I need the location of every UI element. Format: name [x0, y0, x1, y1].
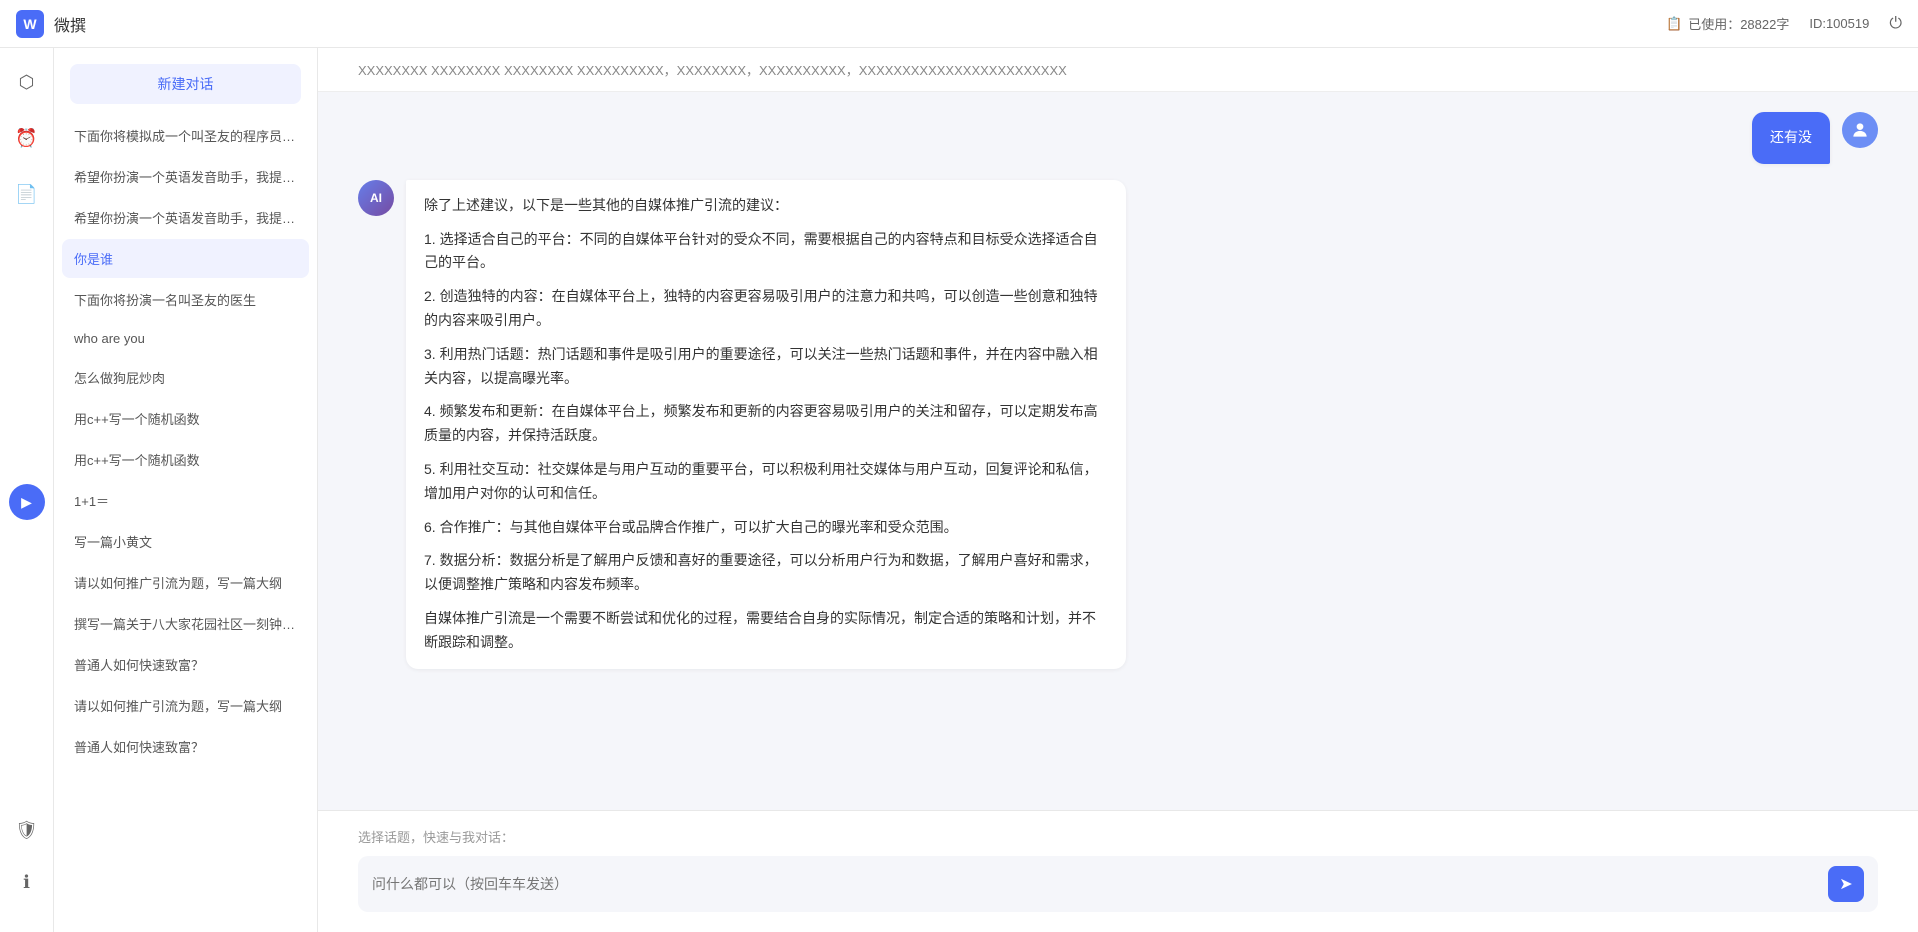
message-paragraph: 除了上述建议，以下是一些其他的自媒体推广引流的建议： — [424, 194, 1108, 218]
sidebar-icon-clock[interactable]: ⏰ — [9, 120, 45, 156]
conversation-item[interactable]: 下面你将模拟成一个叫圣友的程序员，我说... — [62, 116, 309, 155]
user-id-label: ID:100519 — [1809, 16, 1869, 31]
app-logo: W — [16, 10, 44, 38]
message-paragraph: 7. 数据分析：数据分析是了解用户反馈和喜好的重要途径，可以分析用户行为和数据，… — [424, 549, 1108, 597]
sidebar-bottom-icons: 🛡 ℹ — [9, 812, 45, 916]
assistant-message-bubble: 除了上述建议，以下是一些其他的自媒体推广引流的建议： 1. 选择适合自己的平台：不… — [406, 180, 1126, 669]
icon-sidebar: ⬡ ⏰ 📄 ▶ 🛡 ℹ — [0, 48, 54, 932]
conversation-item[interactable]: 用c++写一个随机函数 — [62, 440, 309, 479]
conversation-item[interactable]: 写一篇小黄文 — [62, 522, 309, 561]
topbar: W 微撰 📋 已使用：28822字 ID:100519 ⏻ — [0, 0, 1918, 48]
message-row-assistant: AI 除了上述建议，以下是一些其他的自媒体推广引流的建议： 1. 选择适合自己的平台… — [358, 180, 1878, 669]
topbar-left: W 微撰 — [16, 10, 86, 38]
message-paragraph: 3. 利用热门话题：热门话题和事件是吸引用户的重要途径，可以关注一些热门话题和事… — [424, 343, 1108, 391]
message-paragraph: 5. 利用社交互动：社交媒体是与用户互动的重要平台，可以积极利用社交媒体与用户互… — [424, 458, 1108, 506]
sidebar-icon-info[interactable]: ℹ — [9, 864, 45, 900]
sidebar-icon-document[interactable]: 📄 — [9, 176, 45, 212]
conversation-item[interactable]: 撰写一篇关于八大家花园社区一刻钟便民生... — [62, 604, 309, 643]
topbar-right: 📋 已使用：28822字 ID:100519 ⏻ — [1666, 14, 1902, 33]
app-title: 微撰 — [54, 12, 86, 36]
power-button[interactable]: ⏻ — [1889, 15, 1902, 33]
user-message-bubble: 还有没 — [1752, 112, 1830, 164]
quick-topics-label: 选择话题，快速与我对话： — [358, 827, 1878, 846]
conversation-list: 下面你将模拟成一个叫圣友的程序员，我说...希望你扮演一个英语发音助手，我提供给… — [54, 116, 317, 932]
conversation-item[interactable]: 普通人如何快速致富？ — [62, 645, 309, 684]
message-paragraph: 自媒体推广引流是一个需要不断尝试和优化的过程，需要结合自身的实际情况，制定合适的… — [424, 607, 1108, 655]
usage-label: 已使用：28822字 — [1688, 14, 1789, 33]
main-layout: ⬡ ⏰ 📄 ▶ 🛡 ℹ 新建对话 下面你将模拟成一个叫圣友的程序员，我说...希… — [0, 48, 1918, 932]
message-paragraph: 2. 创造独特的内容：在自媒体平台上，独特的内容更容易吸引用户的注意力和共鸣，可… — [424, 285, 1108, 333]
ai-avatar: AI — [358, 180, 394, 216]
logo-text: W — [23, 16, 36, 32]
conversation-item[interactable]: 1+1＝ — [62, 481, 309, 520]
sidebar-arrow-button[interactable]: ▶ — [9, 484, 45, 520]
conversation-item[interactable]: 怎么做狗屁炒肉 — [62, 358, 309, 397]
conversation-item[interactable]: who are you — [62, 321, 309, 356]
conversation-item[interactable]: 请以如何推广引流为题，写一篇大纲 — [62, 686, 309, 725]
conversation-item[interactable]: 用c++写一个随机函数 — [62, 399, 309, 438]
message-paragraph: 6. 合作推广：与其他自媒体平台或品牌合作推广，可以扩大自己的曝光率和受众范围。 — [424, 516, 1108, 540]
user-avatar — [1842, 112, 1878, 148]
usage-icon: 📋 — [1666, 16, 1682, 32]
conversation-item[interactable]: 你是谁 — [62, 239, 309, 278]
message-paragraph: 1. 选择适合自己的平台：不同的自媒体平台针对的受众不同，需要根据自己的内容特点… — [424, 228, 1108, 276]
message-row-user: 还有没 — [358, 112, 1878, 164]
sidebar-icon-shield[interactable]: 🛡 — [9, 812, 45, 848]
top-truncated-message: XXXXXXXX XXXXXXXX XXXXXXXX XXXXXXXXXX，XX… — [318, 48, 1918, 92]
conversation-item[interactable]: 希望你扮演一个英语发音助手，我提供给你... — [62, 198, 309, 237]
new-conversation-button[interactable]: 新建对话 — [70, 64, 301, 104]
chat-area: XXXXXXXX XXXXXXXX XXXXXXXX XXXXXXXXXX，XX… — [318, 48, 1918, 932]
sidebar-icon-cube[interactable]: ⬡ — [9, 64, 45, 100]
input-row: ➤ — [358, 856, 1878, 912]
conversation-item[interactable]: 请以如何推广引流为题，写一篇大纲 — [62, 563, 309, 602]
chat-input-area: 选择话题，快速与我对话： ➤ — [318, 810, 1918, 932]
send-button[interactable]: ➤ — [1828, 866, 1864, 902]
message-paragraph: 4. 频繁发布和更新：在自媒体平台上，频繁发布和更新的内容更容易吸引用户的关注和… — [424, 400, 1108, 448]
conversation-item[interactable]: 普通人如何快速致富？ — [62, 727, 309, 766]
chat-messages: 还有没 AI 除了上述建议，以下是一些其他的自媒体推广引流的建议： 1. 选择适合自己… — [318, 92, 1918, 810]
chat-input[interactable] — [372, 876, 1818, 892]
conversation-item[interactable]: 下面你将扮演一名叫圣友的医生 — [62, 280, 309, 319]
conversation-sidebar: 新建对话 下面你将模拟成一个叫圣友的程序员，我说...希望你扮演一个英语发音助手… — [54, 48, 318, 932]
usage-info: 📋 已使用：28822字 — [1666, 14, 1789, 33]
conversation-item[interactable]: 希望你扮演一个英语发音助手，我提供给你... — [62, 157, 309, 196]
